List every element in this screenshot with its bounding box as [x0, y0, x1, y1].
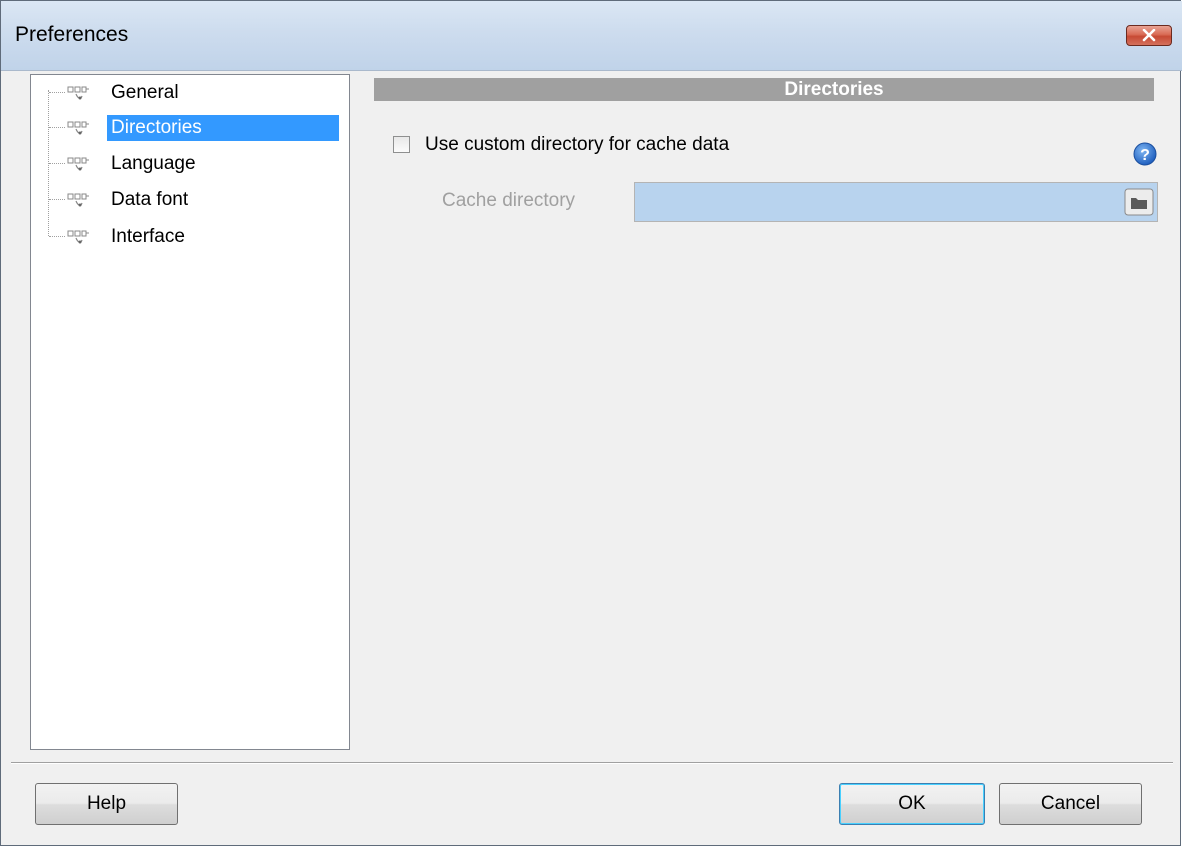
help-button[interactable]: Help	[35, 783, 178, 825]
footer-separator	[11, 762, 1173, 764]
browse-folder-button[interactable]	[1124, 188, 1154, 216]
tree-item-label: Interface	[111, 226, 185, 247]
tree-node-icon	[67, 86, 89, 100]
window-title: Preferences	[15, 23, 129, 46]
preferences-tree: General Directories Language Data font I…	[30, 74, 350, 750]
cancel-button[interactable]: Cancel	[999, 783, 1142, 825]
tree-item-data-font[interactable]: Data font	[31, 183, 349, 217]
section-title: Directories	[784, 79, 884, 100]
close-icon	[1142, 29, 1156, 42]
custom-cache-checkbox[interactable]	[393, 136, 410, 153]
tree-item-directories[interactable]: Directories	[31, 111, 349, 145]
title-bar[interactable]: Preferences	[1, 1, 1182, 71]
custom-cache-label[interactable]: Use custom directory for cache data	[425, 132, 729, 158]
tree-item-label: Directories	[107, 115, 339, 141]
tree-item-label: General	[111, 82, 179, 103]
tree-node-icon	[67, 121, 89, 135]
preferences-dialog: Preferences General Directories Language…	[0, 0, 1182, 846]
help-icon[interactable]: ?	[1132, 141, 1158, 167]
tree-item-language[interactable]: Language	[31, 147, 349, 181]
cache-directory-input[interactable]	[634, 182, 1158, 222]
cache-directory-label: Cache directory	[442, 190, 576, 211]
tree-item-label: Data font	[111, 189, 189, 210]
tree-node-icon	[67, 193, 89, 207]
tree-node-icon	[67, 157, 89, 171]
tree-item-interface[interactable]: Interface	[31, 220, 349, 254]
ok-button[interactable]: OK	[839, 783, 985, 825]
section-header: Directories	[374, 78, 1154, 101]
tree-node-icon	[67, 230, 89, 244]
svg-text:?: ?	[1140, 147, 1150, 164]
tree-item-label: Language	[111, 153, 196, 174]
tree-item-general[interactable]: General	[31, 76, 349, 110]
close-button[interactable]	[1126, 25, 1172, 46]
